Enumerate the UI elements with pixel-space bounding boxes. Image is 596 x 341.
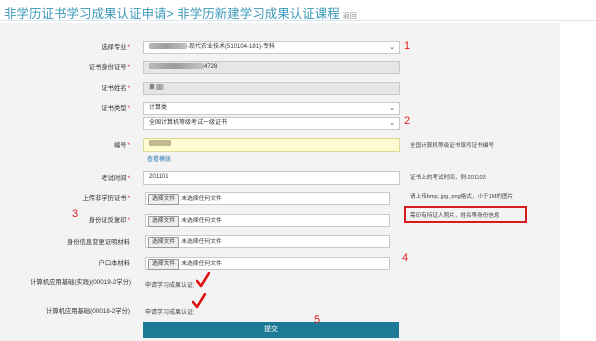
upload-hint: 请上传bmp, jpg, png格式，小于1M的图片 xyxy=(410,194,514,200)
id-copy-hint: 需印有持证人照片，姓名等身份信息 xyxy=(410,213,500,219)
annotation-2: 2 xyxy=(404,115,411,127)
course-2-label: 计算机应用基础(00018-2学分) xyxy=(46,308,130,315)
course-1-label: 计算机应用基础(实践)(00019-2学分) xyxy=(30,279,131,286)
id-change-label: 身份信息变更证明材料 xyxy=(67,239,130,246)
redacted-text xyxy=(149,140,171,147)
course-1-apply: 申请学习成果认证: xyxy=(145,283,195,289)
exam-date-input[interactable]: 201101 xyxy=(143,171,400,185)
serial-label: 编号* xyxy=(113,142,130,149)
annotation-5: 5 xyxy=(314,314,321,326)
redacted-text xyxy=(156,84,165,91)
hukou-label: 户口本材料 xyxy=(98,260,130,267)
cert-name-label: 证书姓名* xyxy=(101,85,130,92)
major-label: 选择专业* xyxy=(101,44,130,51)
redacted-text xyxy=(149,43,187,50)
annotation-1: 1 xyxy=(404,40,411,52)
id-change-file[interactable]: 选择文件 未选择任何文件 xyxy=(145,235,390,248)
cert-id-label: 证书身份证号* xyxy=(88,64,130,71)
serial-input[interactable] xyxy=(143,138,400,152)
course-2-apply: 申请学习成果认证: xyxy=(145,310,195,316)
checkmark-icon[interactable] xyxy=(196,272,210,288)
annotation-4: 4 xyxy=(402,252,409,264)
upload-cert-file[interactable]: 选择文件 未选择任何文件 xyxy=(145,192,390,205)
choose-file-button[interactable]: 选择文件 xyxy=(148,259,180,270)
cert-category-select[interactable]: 计算类 ⌄ xyxy=(143,102,400,115)
cert-name-select[interactable]: 全国计算机等级考试一级证书 ⌄ xyxy=(143,117,400,130)
back-link[interactable]: 返回 xyxy=(343,13,357,20)
cert-id-field: 4728 xyxy=(143,61,400,74)
submit-button[interactable]: 提交 xyxy=(143,322,399,338)
hukou-file[interactable]: 选择文件 未选择任何文件 xyxy=(145,257,390,270)
choose-file-button[interactable]: 选择文件 xyxy=(148,216,180,227)
title-divider xyxy=(0,20,596,21)
chevron-down-icon: ⌄ xyxy=(389,44,395,51)
serial-hint: 全国计算机等级证书填写证书编号 xyxy=(410,143,494,149)
redacted-text xyxy=(149,63,204,70)
upload-cert-label: 上传非学历证书* xyxy=(82,195,130,202)
chevron-down-icon: ⌄ xyxy=(389,105,395,112)
view-sample-link[interactable]: 查看模版 xyxy=(147,154,171,163)
id-copy-file[interactable]: 选择文件 未选择任何文件 xyxy=(145,214,390,227)
exam-date-label: 考试时间* xyxy=(101,175,130,182)
choose-file-button[interactable]: 选择文件 xyxy=(148,194,180,205)
id-copy-label: 身份证反复印* xyxy=(88,217,130,224)
chevron-down-icon: ⌄ xyxy=(389,120,395,127)
cert-name-field: 黄 xyxy=(143,82,400,95)
exam-date-hint: 证书上的考试时间，例:201103 xyxy=(410,175,486,181)
page-title-text: 非学历证书学习成果认证申请> 非学历新建学习成果认证课程 xyxy=(4,7,340,21)
choose-file-button[interactable]: 选择文件 xyxy=(148,237,180,248)
checkmark-icon[interactable] xyxy=(192,293,206,309)
major-select[interactable]: -现代农业技术(510104-181)-专科 ⌄ xyxy=(143,41,400,54)
cert-type-label: 证书类型* xyxy=(101,105,130,112)
